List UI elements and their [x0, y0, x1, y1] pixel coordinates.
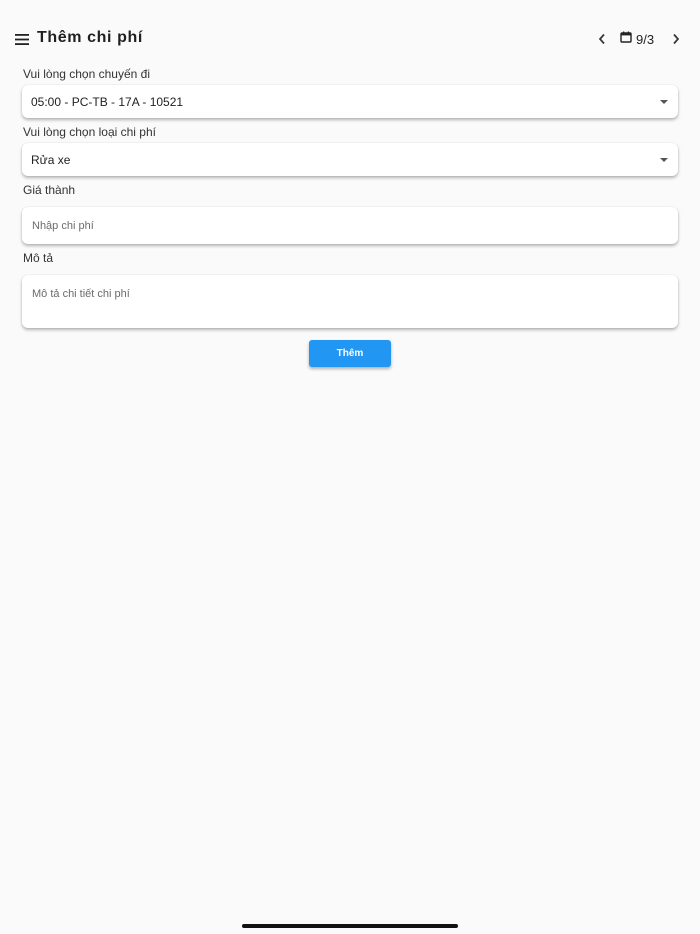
expense-type-label: Vui lòng chọn loại chi phí [23, 125, 156, 139]
expense-type-selected-value: Rửa xe [31, 152, 71, 167]
home-indicator[interactable] [242, 924, 458, 928]
trip-selected-value: 05:00 - PC-TB - 17A - 10521 [31, 94, 184, 109]
trip-label: Vui lòng chọn chuyến đi [23, 67, 150, 81]
dropdown-arrow-icon [660, 99, 668, 104]
calendar-icon [620, 30, 632, 48]
price-field [22, 207, 678, 244]
expense-type-select[interactable]: Rửa xe [22, 143, 678, 176]
date-picker[interactable]: 9/3 [620, 28, 654, 50]
date-label: 9/3 [636, 31, 655, 47]
menu-icon[interactable] [10, 27, 34, 51]
description-input[interactable] [22, 275, 678, 328]
description-field [22, 275, 678, 328]
chevron-left-icon[interactable] [591, 27, 613, 51]
chevron-right-icon[interactable] [665, 27, 687, 51]
page-title: Thêm chi phí [37, 29, 143, 46]
trip-select[interactable]: 05:00 - PC-TB - 17A - 10521 [22, 85, 678, 118]
description-label: Mô tả [23, 251, 54, 265]
price-input[interactable] [22, 207, 678, 244]
add-expense-button[interactable]: Thêm [309, 340, 391, 367]
dropdown-arrow-icon [660, 157, 668, 162]
price-label: Giá thành [23, 183, 76, 197]
app-screen: Thêm chi phí 9/3 Vui lòng chọn chuyến đi… [0, 0, 700, 934]
